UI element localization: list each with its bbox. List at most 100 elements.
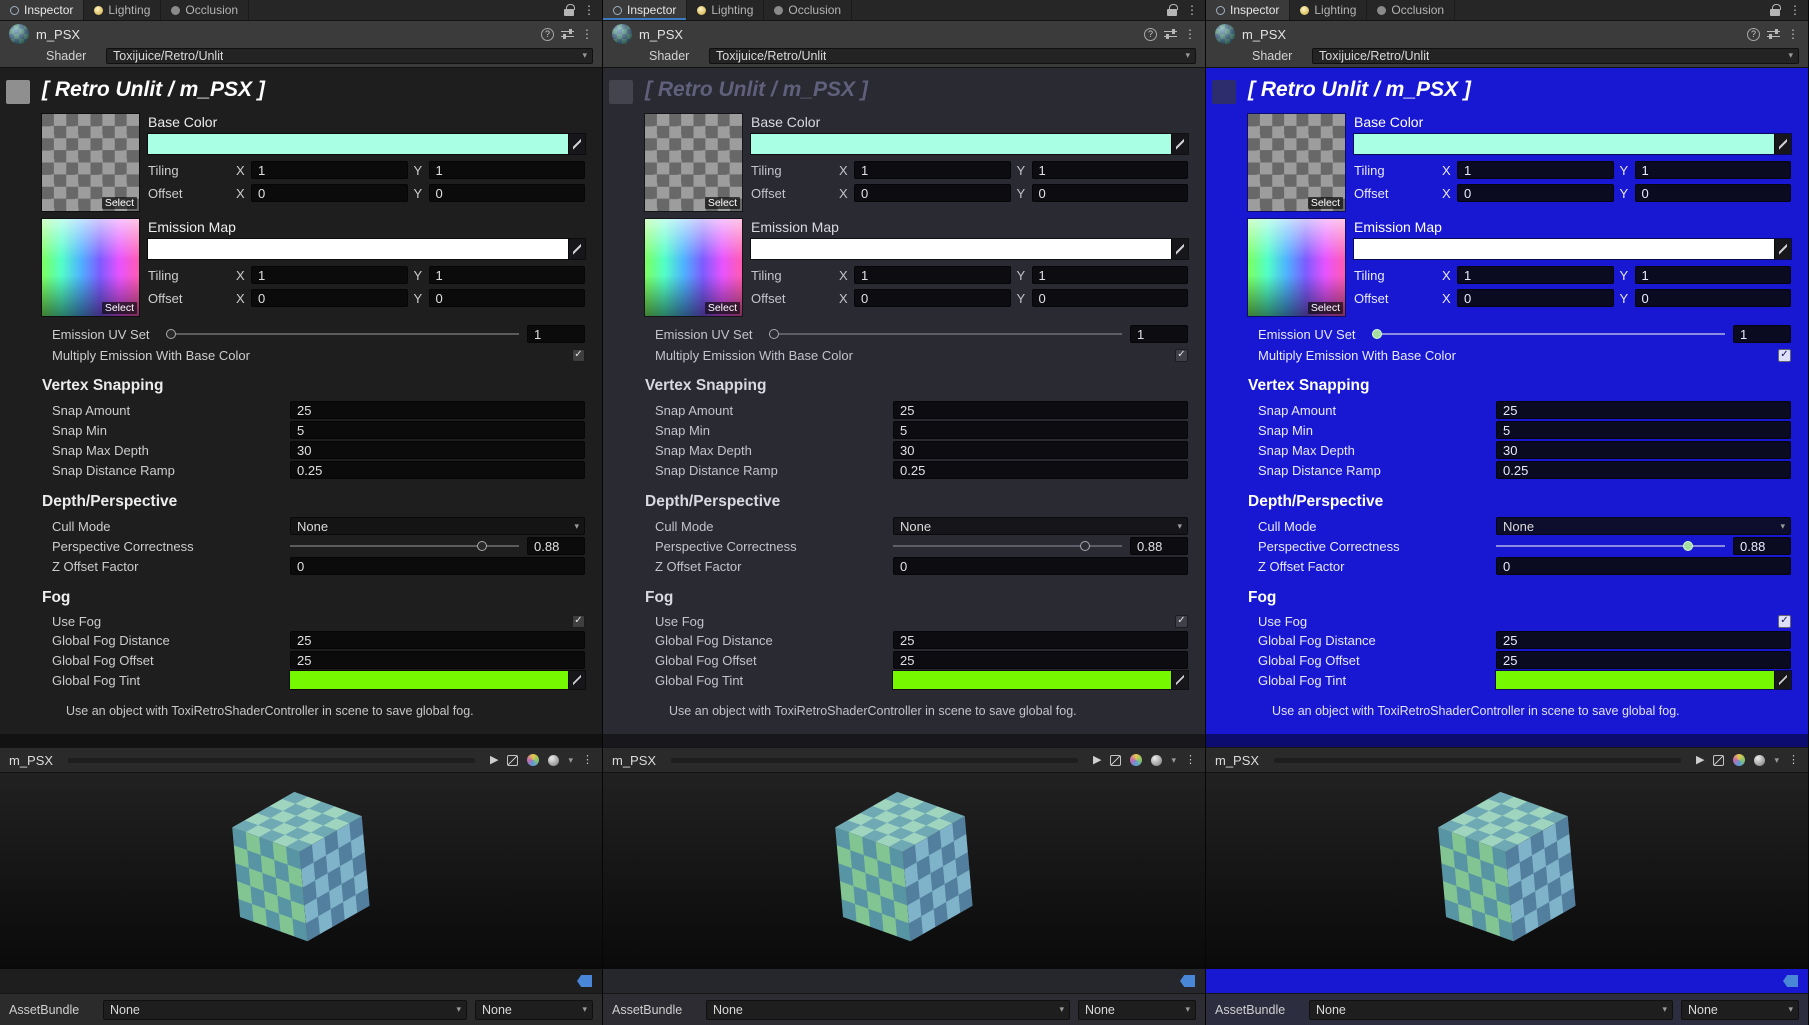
tab-lighting[interactable]: Lighting <box>687 0 765 20</box>
eyedropper-icon[interactable] <box>1774 671 1791 689</box>
emission-tiling-x-field[interactable]: 1 <box>1457 266 1614 284</box>
shader-dropdown[interactable]: Toxijuice/Retro/Unlit ▾ <box>1312 47 1799 64</box>
lock-icon[interactable] <box>1167 3 1178 16</box>
header-kebab-icon[interactable]: ⋮ <box>1184 27 1196 41</box>
emission-tiling-y-field[interactable]: 1 <box>428 266 585 284</box>
cull-mode-dropdown[interactable]: None ▾ <box>1496 517 1791 535</box>
emission-offset-x-field[interactable]: 0 <box>1457 289 1614 307</box>
play-icon[interactable]: ▶ <box>1696 754 1704 766</box>
emission-offset-x-field[interactable]: 0 <box>251 289 408 307</box>
eyedropper-icon[interactable] <box>1774 134 1791 154</box>
base-offset-y-field[interactable]: 0 <box>1634 184 1791 202</box>
tab-inspector[interactable]: Inspector <box>0 0 85 20</box>
base-color-texture-slot[interactable]: Select <box>41 113 140 212</box>
snap-max-depth-field[interactable]: 30 <box>1496 441 1791 459</box>
global-fog-tint-swatch[interactable] <box>289 670 586 690</box>
presets-icon[interactable] <box>1164 28 1177 40</box>
select-button[interactable]: Select <box>101 302 137 314</box>
global-fog-distance-field[interactable]: 25 <box>893 631 1188 649</box>
material-preview-viewport[interactable] <box>603 773 1205 969</box>
base-color-swatch[interactable] <box>750 133 1189 155</box>
multiply-emission-checkbox[interactable]: ✓ <box>572 348 585 362</box>
base-color-swatch[interactable] <box>147 133 586 155</box>
kebab-menu-icon[interactable]: ⋮ <box>1789 4 1801 16</box>
asset-label-tag-icon[interactable] <box>1783 975 1798 987</box>
asset-label-tag-icon[interactable] <box>577 975 592 987</box>
help-icon[interactable]: ? <box>1144 27 1157 41</box>
perspective-correctness-slider[interactable] <box>290 539 519 553</box>
z-offset-factor-field[interactable]: 0 <box>290 557 585 575</box>
emission-texture-slot[interactable]: Select <box>644 218 743 317</box>
snap-distance-ramp-field[interactable]: 0.25 <box>893 461 1188 479</box>
mesh-preview-icon[interactable] <box>1110 754 1122 766</box>
lock-icon[interactable] <box>564 3 575 16</box>
select-button[interactable]: Select <box>101 197 137 209</box>
global-fog-tint-swatch[interactable] <box>1495 670 1792 690</box>
shader-dropdown[interactable]: Toxijuice/Retro/Unlit ▾ <box>709 47 1196 64</box>
tab-lighting[interactable]: Lighting <box>1290 0 1368 20</box>
tab-occlusion[interactable]: Occlusion <box>161 0 250 20</box>
play-icon[interactable]: ▶ <box>490 754 498 766</box>
emission-offset-x-field[interactable]: 0 <box>854 289 1011 307</box>
mesh-preview-icon[interactable] <box>1713 754 1725 766</box>
preview-drag-handle[interactable] <box>1274 757 1681 763</box>
preview-header[interactable]: m_PSX ▶ ▾ ⋮ <box>0 747 602 773</box>
base-offset-y-field[interactable]: 0 <box>428 184 585 202</box>
perspective-correctness-slider[interactable] <box>893 539 1122 553</box>
eyedropper-icon[interactable] <box>1171 134 1188 154</box>
snap-max-depth-field[interactable]: 30 <box>893 441 1188 459</box>
base-tiling-y-field[interactable]: 1 <box>1031 161 1188 179</box>
slider-knob[interactable] <box>1080 541 1091 551</box>
emission-color-swatch[interactable] <box>147 238 586 260</box>
z-offset-factor-field[interactable]: 0 <box>1496 557 1791 575</box>
header-kebab-icon[interactable]: ⋮ <box>1787 27 1799 41</box>
select-button[interactable]: Select <box>1307 302 1343 314</box>
color-channels-icon[interactable] <box>1130 754 1143 766</box>
global-fog-offset-field[interactable]: 25 <box>290 651 585 669</box>
preview-header[interactable]: m_PSX ▶ ▾ ⋮ <box>1206 747 1808 773</box>
tab-lighting[interactable]: Lighting <box>84 0 162 20</box>
eyedropper-icon[interactable] <box>1774 239 1791 259</box>
cull-mode-dropdown[interactable]: None ▾ <box>290 517 585 535</box>
use-fog-checkbox[interactable]: ✓ <box>1175 614 1188 628</box>
preview-header[interactable]: m_PSX ▶ ▾ ⋮ <box>603 747 1205 773</box>
assetbundle-variant-dropdown[interactable]: None ▾ <box>475 999 593 1020</box>
select-button[interactable]: Select <box>1307 197 1343 209</box>
assetbundle-dropdown[interactable]: None ▾ <box>1309 999 1673 1020</box>
emission-offset-y-field[interactable]: 0 <box>428 289 585 307</box>
kebab-menu-icon[interactable]: ⋮ <box>583 4 595 16</box>
eyedropper-icon[interactable] <box>568 239 585 259</box>
cull-mode-dropdown[interactable]: None ▾ <box>893 517 1188 535</box>
presets-icon[interactable] <box>561 28 574 40</box>
global-fog-tint-swatch[interactable] <box>892 670 1189 690</box>
global-fog-distance-field[interactable]: 25 <box>1496 631 1791 649</box>
preview-model-selector[interactable]: ▾ <box>1151 754 1176 766</box>
emission-texture-slot[interactable]: Select <box>1247 218 1346 317</box>
snap-max-depth-field[interactable]: 30 <box>290 441 585 459</box>
foldout-chip[interactable] <box>609 80 633 104</box>
tab-inspector[interactable]: Inspector <box>1206 0 1291 20</box>
color-channels-icon[interactable] <box>527 754 540 766</box>
base-offset-x-field[interactable]: 0 <box>854 184 1011 202</box>
emission-uv-set-slider[interactable] <box>1372 327 1725 341</box>
base-color-texture-slot[interactable]: Select <box>1247 113 1346 212</box>
slider-knob[interactable] <box>477 541 488 551</box>
emission-uv-set-slider[interactable] <box>166 327 519 341</box>
emission-uv-set-field[interactable]: 1 <box>527 325 585 343</box>
eyedropper-icon[interactable] <box>1171 671 1188 689</box>
emission-tiling-y-field[interactable]: 1 <box>1031 266 1188 284</box>
base-tiling-x-field[interactable]: 1 <box>251 161 408 179</box>
emission-offset-y-field[interactable]: 0 <box>1031 289 1188 307</box>
snap-amount-field[interactable]: 25 <box>1496 401 1791 419</box>
assetbundle-variant-dropdown[interactable]: None ▾ <box>1681 999 1799 1020</box>
preview-kebab-icon[interactable]: ⋮ <box>1788 754 1799 766</box>
snap-min-field[interactable]: 5 <box>290 421 585 439</box>
preview-drag-handle[interactable] <box>68 757 475 763</box>
base-color-texture-slot[interactable]: Select <box>644 113 743 212</box>
emission-uv-set-field[interactable]: 1 <box>1130 325 1188 343</box>
assetbundle-variant-dropdown[interactable]: None ▾ <box>1078 999 1196 1020</box>
asset-label-tag-icon[interactable] <box>1180 975 1195 987</box>
material-preview-viewport[interactable] <box>1206 773 1808 969</box>
help-icon[interactable]: ? <box>1747 27 1760 41</box>
perspective-correctness-slider[interactable] <box>1496 539 1725 553</box>
